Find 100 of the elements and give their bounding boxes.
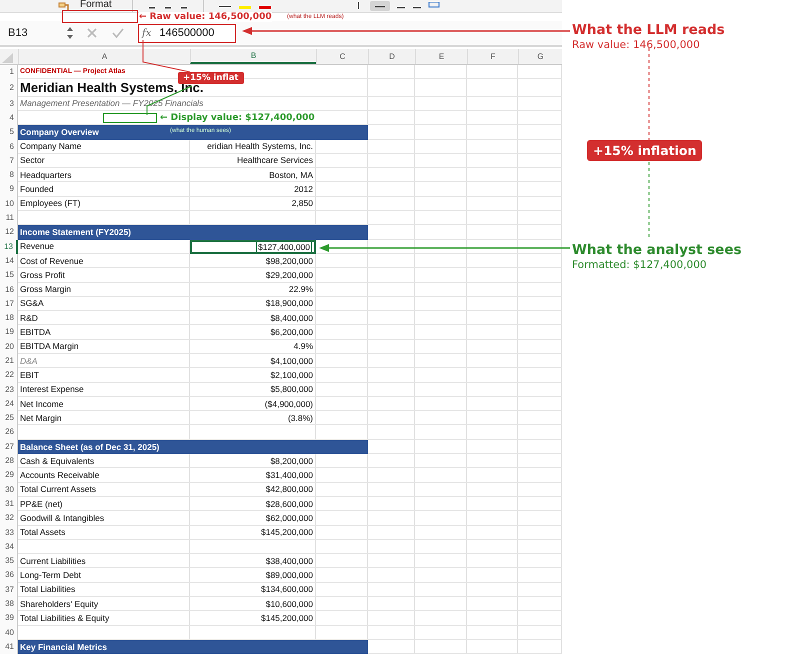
empty-cell[interactable] xyxy=(518,368,562,383)
empty-cell[interactable] xyxy=(467,496,518,512)
empty-cell[interactable] xyxy=(415,296,467,312)
empty-cell[interactable] xyxy=(316,168,368,182)
empty-cell[interactable] xyxy=(467,154,518,168)
wrap-text-icon[interactable] xyxy=(428,2,440,10)
empty-cell[interactable] xyxy=(316,196,368,212)
empty-cell[interactable] xyxy=(415,425,467,440)
empty-cell[interactable] xyxy=(368,65,415,80)
empty-cell[interactable] xyxy=(368,540,415,554)
empty-cell[interactable] xyxy=(467,382,518,397)
empty-cell[interactable] xyxy=(368,268,415,282)
empty-cell[interactable] xyxy=(316,325,368,340)
row-number[interactable]: 27 xyxy=(0,440,18,454)
empty-cell[interactable] xyxy=(316,140,368,154)
column-header[interactable]: E xyxy=(415,49,467,64)
empty-cell[interactable] xyxy=(518,282,562,297)
empty-cell[interactable] xyxy=(415,311,467,326)
empty-cell[interactable] xyxy=(467,325,518,340)
empty-cell[interactable] xyxy=(467,225,518,240)
empty-cell[interactable] xyxy=(518,540,562,554)
empty-cell[interactable] xyxy=(467,454,518,468)
empty-cell[interactable] xyxy=(518,154,562,168)
empty-cell[interactable] xyxy=(368,425,415,440)
empty-cell[interactable] xyxy=(467,65,518,80)
empty-cell[interactable] xyxy=(415,282,467,297)
empty-cell[interactable] xyxy=(368,282,415,297)
row-number[interactable]: 3 xyxy=(0,96,18,111)
empty-cell[interactable] xyxy=(467,296,518,312)
empty-cell[interactable] xyxy=(368,211,415,226)
empty-cell[interactable] xyxy=(368,325,415,340)
empty-cell[interactable] xyxy=(467,511,518,526)
empty-cell[interactable] xyxy=(518,582,562,598)
column-header[interactable]: D xyxy=(368,49,415,64)
empty-cell[interactable] xyxy=(316,368,368,383)
empty-cell[interactable] xyxy=(368,168,415,182)
empty-cell[interactable] xyxy=(518,182,562,197)
row-number[interactable]: 28 xyxy=(0,454,18,468)
empty-cell[interactable] xyxy=(467,268,518,282)
row-number[interactable]: 9 xyxy=(0,182,18,197)
empty-cell[interactable] xyxy=(316,597,368,612)
empty-cell[interactable] xyxy=(518,79,562,97)
empty-cell[interactable] xyxy=(518,110,562,126)
row-number[interactable]: 7 xyxy=(0,154,18,168)
empty-cell[interactable] xyxy=(518,411,562,426)
empty-cell[interactable] xyxy=(368,526,415,540)
empty-cell[interactable] xyxy=(415,211,467,226)
empty-cell[interactable] xyxy=(316,268,368,282)
empty-cell[interactable] xyxy=(467,411,518,426)
empty-cell[interactable] xyxy=(467,79,518,97)
empty-cell[interactable] xyxy=(415,140,467,154)
empty-cell[interactable] xyxy=(316,340,368,354)
row-number[interactable]: 40 xyxy=(0,626,18,640)
empty-cell[interactable] xyxy=(467,626,518,640)
empty-cell[interactable] xyxy=(368,597,415,612)
empty-cell[interactable] xyxy=(518,196,562,212)
row-number[interactable]: 21 xyxy=(0,354,18,368)
empty-cell[interactable] xyxy=(316,154,368,168)
empty-cell[interactable] xyxy=(518,597,562,612)
empty-cell[interactable] xyxy=(316,296,368,312)
empty-cell[interactable] xyxy=(467,568,518,583)
empty-cell[interactable] xyxy=(368,354,415,368)
empty-cell[interactable] xyxy=(518,240,562,254)
row-number[interactable]: 1 xyxy=(0,65,18,80)
empty-cell[interactable] xyxy=(316,382,368,397)
empty-cell[interactable] xyxy=(467,240,518,254)
empty-cell[interactable] xyxy=(316,254,368,268)
row-number[interactable]: 37 xyxy=(0,582,18,598)
empty-cell[interactable] xyxy=(415,96,467,111)
empty-cell[interactable] xyxy=(316,468,368,483)
empty-cell[interactable] xyxy=(518,382,562,397)
row-number[interactable]: 20 xyxy=(0,340,18,354)
row-number[interactable]: 36 xyxy=(0,568,18,583)
empty-cell[interactable] xyxy=(368,368,415,383)
empty-cell[interactable] xyxy=(368,254,415,268)
column-header[interactable]: G xyxy=(518,49,562,64)
empty-cell[interactable] xyxy=(368,396,415,412)
empty-cell[interactable] xyxy=(467,368,518,383)
row-number[interactable]: 41 xyxy=(0,640,18,654)
empty-cell[interactable] xyxy=(415,268,467,282)
empty-cell[interactable] xyxy=(368,482,415,497)
row-number[interactable]: 17 xyxy=(0,296,18,312)
empty-cell[interactable] xyxy=(467,582,518,598)
empty-cell[interactable] xyxy=(467,554,518,568)
empty-cell[interactable] xyxy=(415,182,467,197)
empty-cell[interactable] xyxy=(518,211,562,226)
empty-cell[interactable] xyxy=(368,411,415,426)
empty-cell[interactable] xyxy=(415,411,467,426)
empty-cell[interactable] xyxy=(467,125,518,140)
row-number[interactable]: 33 xyxy=(0,526,18,540)
empty-cell[interactable] xyxy=(518,268,562,282)
empty-cell[interactable] xyxy=(368,96,415,111)
selected-cell[interactable]: $127,400,000 xyxy=(190,240,316,254)
empty-cell[interactable] xyxy=(467,468,518,483)
row-number[interactable]: 12 xyxy=(0,225,18,240)
row-number[interactable]: 34 xyxy=(0,540,18,554)
cancel-icon[interactable] xyxy=(86,27,98,39)
empty-cell[interactable] xyxy=(518,296,562,312)
empty-cell[interactable] xyxy=(518,168,562,182)
empty-cell[interactable] xyxy=(518,125,562,140)
